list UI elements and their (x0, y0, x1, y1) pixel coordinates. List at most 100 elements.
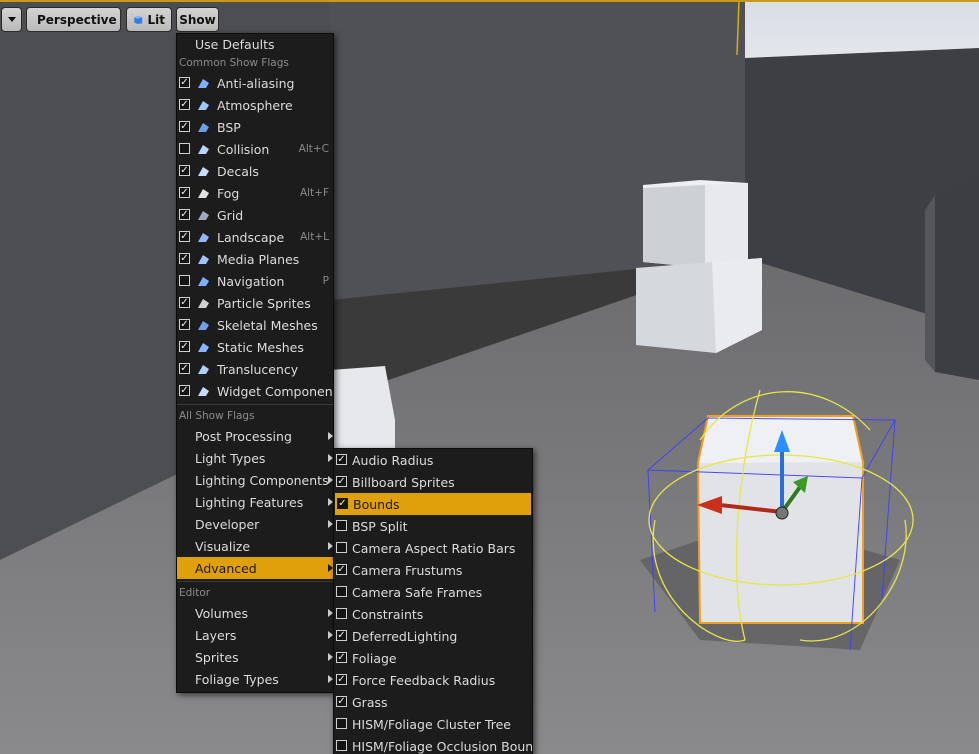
checkbox[interactable]: ✓ (336, 476, 347, 487)
flag-item-fog[interactable]: ✓ Fog Alt+F (177, 182, 333, 204)
submenu-label: Layers (195, 627, 237, 643)
flag-label: Foliage (352, 650, 397, 666)
advanced-flag-camera-aspect-ratio-bars[interactable]: Camera Aspect Ratio Bars (334, 537, 532, 559)
checkbox[interactable]: ✓ (179, 363, 190, 374)
flag-item-media-planes[interactable]: ✓ Media Planes (177, 248, 333, 270)
checkbox[interactable]: ✓ (179, 297, 190, 308)
submenu-item-advanced[interactable]: Advanced (177, 557, 333, 579)
checkbox[interactable]: ✓ (336, 630, 347, 641)
checkbox[interactable]: ✓ (336, 454, 347, 465)
advanced-flag-bsp-split[interactable]: BSP Split (334, 515, 532, 537)
advanced-flag-camera-frustums[interactable]: ✓ Camera Frustums (334, 559, 532, 581)
flag-item-widget-components[interactable]: ✓ Widget Components (177, 380, 333, 402)
checkbox[interactable]: ✓ (337, 498, 348, 509)
show-button[interactable]: Show (176, 7, 219, 32)
checkbox[interactable]: ✓ (179, 319, 190, 330)
flag-item-landscape[interactable]: ✓ Landscape Alt+L (177, 226, 333, 248)
viewport-active-border (0, 0, 979, 2)
checkbox[interactable]: ✓ (179, 385, 190, 396)
submenu-item-layers[interactable]: Layers (177, 624, 333, 646)
flag-item-particle-sprites[interactable]: ✓ Particle Sprites (177, 292, 333, 314)
submenu-item-visualize[interactable]: Visualize (177, 535, 333, 557)
flag-label: Skeletal Meshes (217, 317, 318, 333)
viewport-options-dropdown[interactable] (1, 7, 22, 32)
checkbox[interactable] (336, 520, 347, 531)
checkbox[interactable]: ✓ (179, 253, 190, 264)
checkbox[interactable] (179, 143, 190, 154)
advanced-flag-force-feedback-radius[interactable]: ✓ Force Feedback Radius (334, 669, 532, 691)
submenu-label: Lighting Features (195, 494, 304, 510)
advanced-flag-hism-foliage-cluster-tree[interactable]: HISM/Foliage Cluster Tree (334, 713, 532, 735)
perspective-button[interactable]: Perspective (26, 7, 121, 32)
checkbox[interactable]: ✓ (179, 77, 190, 88)
checkbox[interactable] (336, 542, 347, 553)
flag-label: Camera Aspect Ratio Bars (352, 540, 516, 556)
advanced-flag-bounds[interactable]: ✓ Bounds (335, 493, 531, 515)
flag-label: Fog (217, 185, 240, 201)
flag-label: BSP Split (352, 518, 408, 534)
submenu-label: Post Processing (195, 428, 292, 444)
checkbox[interactable] (336, 608, 347, 619)
flag-item-skeletal-meshes[interactable]: ✓ Skeletal Meshes (177, 314, 333, 336)
bsp-icon (196, 120, 210, 133)
advanced-flag-constraints[interactable]: Constraints (334, 603, 532, 625)
submenu-item-lighting-features[interactable]: Lighting Features (177, 491, 333, 513)
flag-label: Media Planes (217, 251, 300, 267)
submenu-item-volumes[interactable]: Volumes (177, 602, 333, 624)
checkbox[interactable]: ✓ (336, 652, 347, 663)
checkbox[interactable]: ✓ (179, 99, 190, 110)
advanced-flag-audio-radius[interactable]: ✓ Audio Radius (334, 449, 532, 471)
advanced-flag-billboard-sprites[interactable]: ✓ Billboard Sprites (334, 471, 532, 493)
submenu-label: Advanced (195, 560, 257, 576)
flag-item-bsp[interactable]: ✓ BSP (177, 116, 333, 138)
flag-item-decals[interactable]: ✓ Decals (177, 160, 333, 182)
view-mode-lit-button[interactable]: Lit (126, 7, 172, 32)
checkbox[interactable]: ✓ (179, 121, 190, 132)
submenu-item-lighting-components[interactable]: Lighting Components (177, 469, 333, 491)
flag-label: Constraints (352, 606, 424, 622)
submenu-item-light-types[interactable]: Light Types (177, 447, 333, 469)
checkbox[interactable] (179, 275, 190, 286)
flag-item-grid[interactable]: ✓ Grid (177, 204, 333, 226)
advanced-flag-deferredlighting[interactable]: ✓ DeferredLighting (334, 625, 532, 647)
checkbox[interactable]: ✓ (179, 165, 190, 176)
submenu-item-developer[interactable]: Developer (177, 513, 333, 535)
checkbox[interactable]: ✓ (179, 231, 190, 242)
flag-label: Grid (217, 207, 244, 223)
flag-label: Widget Components (217, 383, 334, 399)
submenu-label: Volumes (195, 605, 249, 621)
advanced-flag-hism-foliage-occlusion-bounds[interactable]: HISM/Foliage Occlusion Bounds (334, 735, 532, 754)
checkbox[interactable] (336, 718, 347, 729)
flag-item-translucency[interactable]: ✓ Translucency (177, 358, 333, 380)
submenu-item-post-processing[interactable]: Post Processing (177, 425, 333, 447)
media-planes-icon (196, 252, 210, 265)
checkbox[interactable]: ✓ (179, 187, 190, 198)
flag-label: Atmosphere (217, 97, 293, 113)
shortcut-label: Alt+C (298, 143, 329, 155)
checkbox[interactable]: ✓ (179, 341, 190, 352)
flag-item-collision[interactable]: Collision Alt+C (177, 138, 333, 160)
checkbox[interactable] (336, 740, 347, 751)
checkbox[interactable]: ✓ (179, 209, 190, 220)
checkbox[interactable] (336, 586, 347, 597)
flag-item-atmosphere[interactable]: ✓ Atmosphere (177, 94, 333, 116)
use-defaults-item[interactable]: Use Defaults (177, 34, 333, 54)
decals-icon (196, 164, 210, 177)
advanced-flag-camera-safe-frames[interactable]: Camera Safe Frames (334, 581, 532, 603)
lit-label: Lit (147, 12, 166, 27)
checkbox[interactable]: ✓ (336, 564, 347, 575)
submenu-item-sprites[interactable]: Sprites (177, 646, 333, 668)
flag-item-static-meshes[interactable]: ✓ Static Meshes (177, 336, 333, 358)
flag-item-navigation[interactable]: Navigation P (177, 270, 333, 292)
checkbox[interactable]: ✓ (336, 674, 347, 685)
perspective-label: Perspective (37, 12, 117, 27)
submenu-item-foliage-types[interactable]: Foliage Types (177, 668, 333, 690)
translucency-icon (196, 362, 210, 375)
submenu-label: Lighting Components (195, 472, 329, 488)
flag-label: Bounds (353, 496, 400, 512)
advanced-flag-grass[interactable]: ✓ Grass (334, 691, 532, 713)
advanced-flag-foliage[interactable]: ✓ Foliage (334, 647, 532, 669)
grid-icon (196, 208, 210, 221)
flag-item-anti-aliasing[interactable]: ✓ Anti-aliasing (177, 72, 333, 94)
checkbox[interactable]: ✓ (336, 696, 347, 707)
